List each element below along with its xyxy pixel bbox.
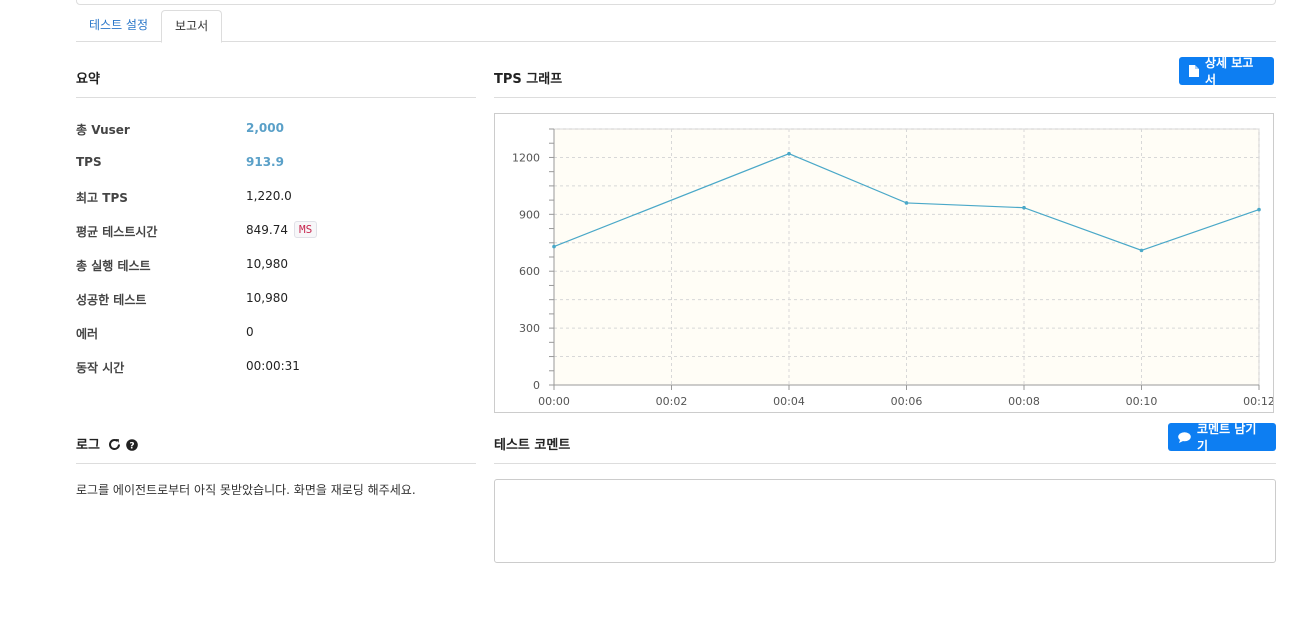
summary-label-success-tests: 성공한 테스트 [76, 293, 147, 307]
x-tick-label: 00:02 [656, 395, 688, 408]
tab-report[interactable]: 보고서 [161, 10, 223, 43]
log-divider [76, 463, 476, 464]
comment-divider [494, 463, 1276, 464]
summary-label-errors: 에러 [76, 327, 99, 341]
detail-report-button[interactable]: 상세 보고서 [1179, 56, 1274, 87]
question-circle-icon[interactable]: ? [126, 439, 138, 451]
y-tick-label: 1200 [512, 151, 540, 164]
leave-comment-label: 코멘트 남기기 [1197, 422, 1257, 453]
summary-value-peak-tps: 1,220.0 [246, 189, 292, 203]
summary-value-success-tests: 10,980 [246, 291, 288, 305]
summary-value-total-tests: 10,980 [246, 257, 288, 271]
file-icon [1189, 65, 1199, 77]
comment-icon [1178, 431, 1191, 443]
y-tick-label: 900 [519, 208, 540, 221]
x-tick-label: 00:12 [1243, 395, 1274, 408]
tps-graph-divider [494, 97, 1276, 98]
tps-chart-svg: 00:00 00:02 00:04 00:06 00:08 00:10 00:12 0 300 6… [512, 128, 1274, 408]
summary-divider [76, 97, 476, 98]
tps-data-point [1257, 207, 1261, 212]
y-tick-label: 600 [519, 265, 540, 278]
unit-badge: MS [294, 221, 318, 238]
summary-value-vuser[interactable]: 2,000 [246, 121, 284, 135]
tps-data-point [1139, 248, 1144, 253]
summary-title: 요약 [76, 72, 100, 87]
tps-chart: 00:00 00:02 00:04 00:06 00:08 00:10 00:12 0 300 6… [494, 113, 1274, 413]
summary-value-run-time: 00:00:31 [246, 359, 300, 373]
y-tick-label: 300 [519, 322, 540, 335]
tps-graph-title: TPS 그래프 [494, 72, 563, 87]
summary-value-avg-time-wrap: 849.74 MS [246, 221, 318, 238]
leave-comment-button[interactable]: 코멘트 남기기 [1168, 422, 1276, 453]
summary-label-run-time: 동작 시간 [76, 361, 125, 375]
summary-label-tps: TPS [76, 155, 102, 169]
summary-value-avg-time: 849.74 [246, 223, 288, 237]
log-title: 로그 [76, 438, 100, 453]
comment-title: 테스트 코멘트 [494, 438, 571, 453]
y-tick-label: 0 [533, 379, 540, 392]
summary-label-peak-tps: 최고 TPS [76, 191, 128, 205]
summary-value-errors: 0 [246, 325, 254, 339]
summary-label-avg-time: 평균 테스트시간 [76, 225, 158, 239]
refresh-icon[interactable] [108, 438, 121, 451]
comment-textarea[interactable] [494, 479, 1276, 563]
x-tick-label: 00:06 [891, 395, 923, 408]
tps-data-point [904, 201, 909, 205]
summary-label-total-tests: 총 실행 테스트 [76, 259, 151, 273]
top-panel-edge [76, 0, 1276, 5]
log-title-wrap: 로그 ? [76, 434, 138, 453]
svg-text:?: ? [129, 441, 134, 451]
summary-label-vuser: 총 Vuser [76, 123, 130, 137]
x-tick-label: 00:08 [1008, 395, 1040, 408]
detail-report-label: 상세 보고서 [1205, 56, 1254, 87]
tab-test-settings[interactable]: 테스트 설정 [76, 10, 161, 42]
tab-bar: 테스트 설정 보고서 [76, 10, 1276, 43]
summary-value-tps[interactable]: 913.9 [246, 155, 284, 169]
tps-data-point [552, 244, 556, 249]
x-tick-label: 00:04 [773, 395, 805, 408]
x-tick-label: 00:10 [1126, 395, 1158, 408]
tps-data-point [1022, 205, 1026, 210]
tps-data-point [787, 151, 791, 156]
log-message: 로그를 에이전트로부터 아직 못받았습니다. 화면을 재로딩 해주세요. [76, 483, 416, 497]
x-tick-label: 00:00 [538, 395, 570, 408]
